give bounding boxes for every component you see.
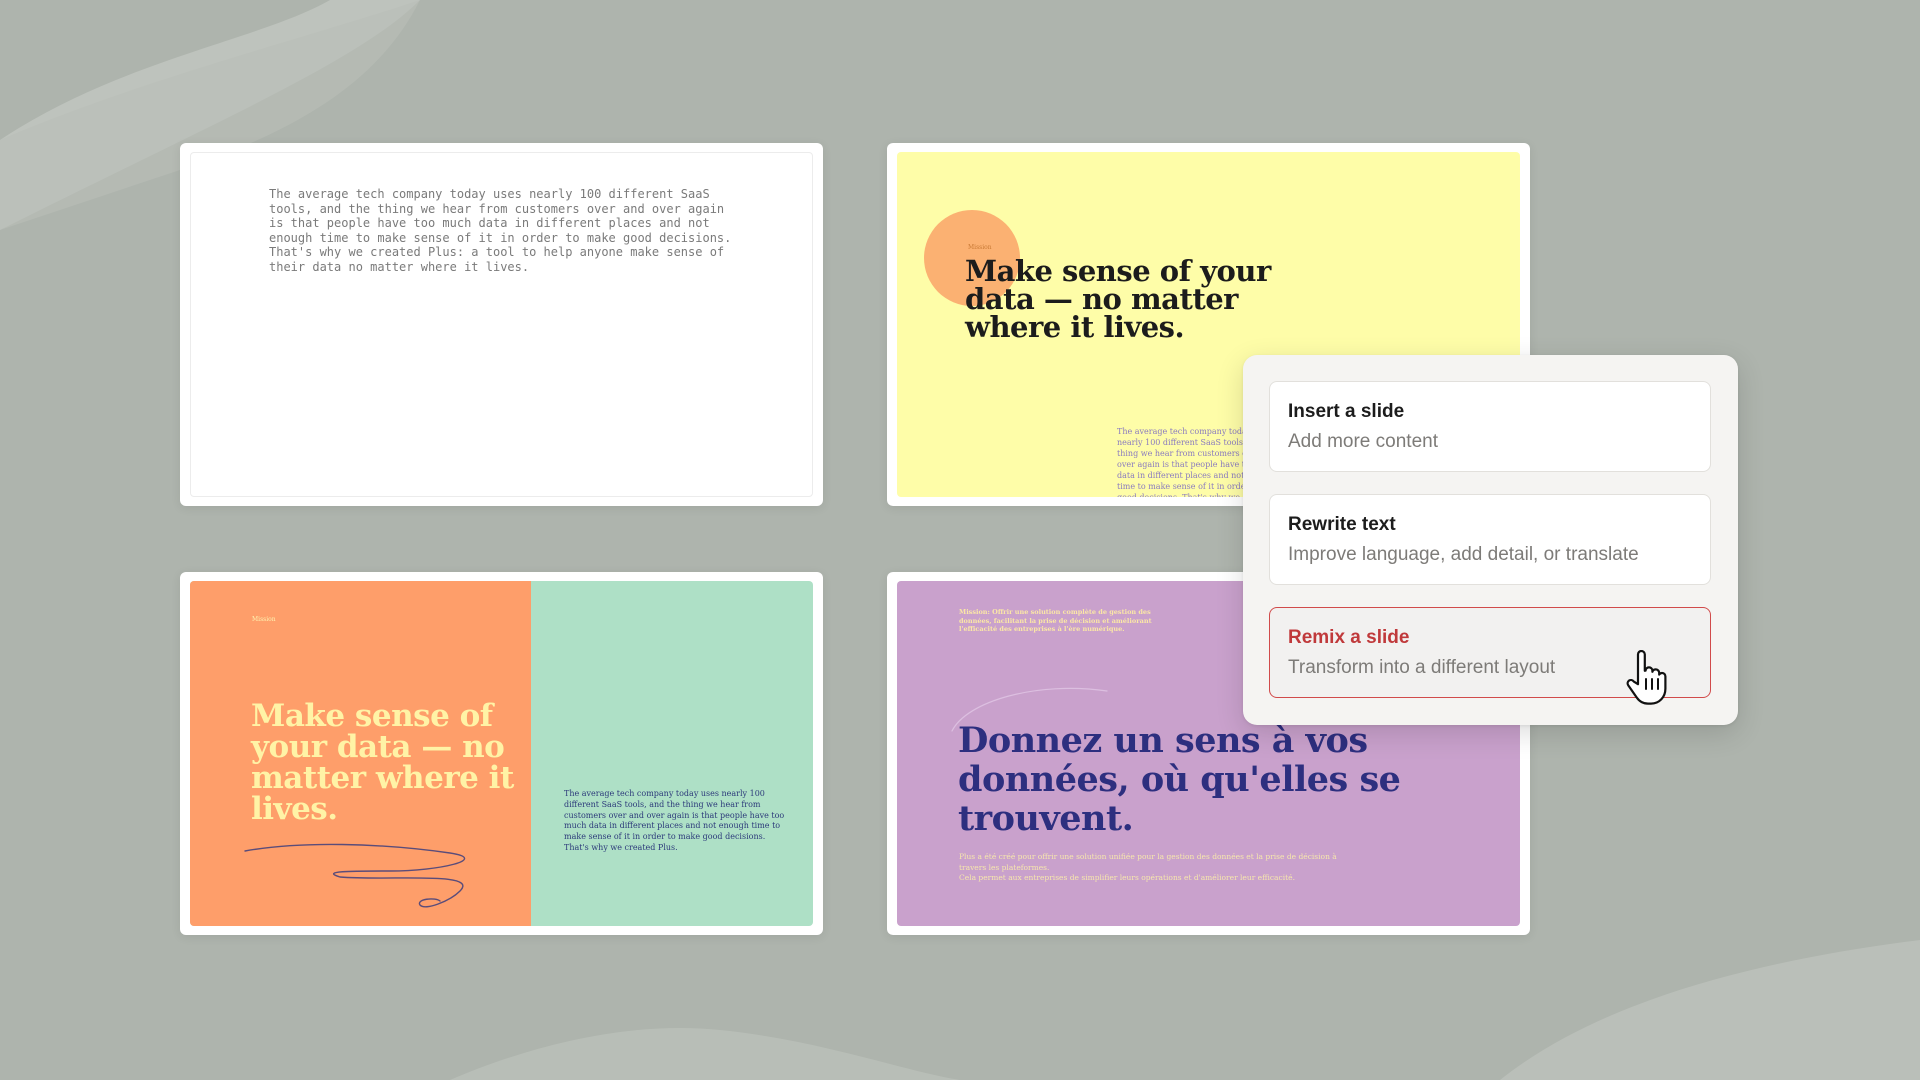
option-subtitle: Add more content xyxy=(1288,431,1438,452)
option-subtitle: Improve language, add detail, or transla… xyxy=(1288,544,1639,565)
slide-canvas-1: The average tech company today uses near… xyxy=(190,152,813,497)
slide-3-title: Make sense of your data — no matter wher… xyxy=(251,698,514,827)
hand-pointer-icon xyxy=(1626,650,1667,705)
slide-4-body-text: Plus a été créé pour offrir une solution… xyxy=(959,852,1337,882)
insert-slide-option[interactable]: Insert a slide Add more content xyxy=(1269,381,1711,472)
slide-3-kicker: Mission xyxy=(252,616,276,623)
slide-thumbnail-1[interactable]: The average tech company today uses near… xyxy=(180,143,823,506)
option-subtitle: Transform into a different layout xyxy=(1288,657,1556,678)
slide-4-kicker: Mission: Offrir une solution complète de… xyxy=(959,608,1152,633)
slide-canvas-3: Mission Make sense of your data — no mat… xyxy=(190,581,813,926)
slide-3-body-text: The average tech company today uses near… xyxy=(564,789,785,852)
rewrite-text-option[interactable]: Rewrite text Improve language, add detai… xyxy=(1269,494,1711,585)
slide-2-kicker: Mission xyxy=(968,244,992,251)
slide-2-title: Make sense of your data — no matter wher… xyxy=(965,254,1271,344)
slide-1-body-text: The average tech company today uses near… xyxy=(269,187,732,274)
scribble-decoration xyxy=(244,843,466,908)
option-title: Insert a slide xyxy=(1288,401,1405,422)
slide-3-left-panel: Mission Make sense of your data — no mat… xyxy=(190,581,531,926)
option-title: Rewrite text xyxy=(1288,514,1396,535)
slide-thumbnail-3[interactable]: Mission Make sense of your data — no mat… xyxy=(180,572,823,935)
slide-4-title: Donnez un sens à vos données, où qu'elle… xyxy=(958,720,1401,839)
option-title: Remix a slide xyxy=(1288,627,1410,648)
